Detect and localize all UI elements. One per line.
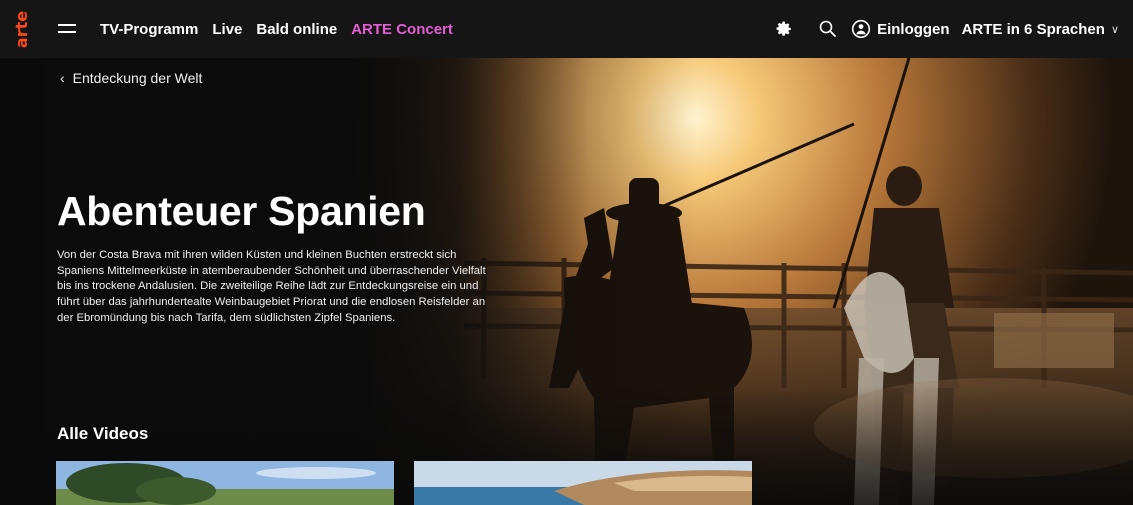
main-nav: TV-Programm Live Bald online ARTE Concer…	[100, 0, 453, 58]
section-title-all-videos: Alle Videos	[57, 424, 149, 443]
login-button[interactable]: Einloggen	[851, 19, 950, 39]
top-navigation-bar: arte TV-Programm Live Bald online ARTE C…	[0, 0, 1133, 58]
nav-item-tv-programm[interactable]: TV-Programm	[100, 21, 198, 38]
menu-icon[interactable]	[58, 23, 76, 35]
breadcrumb-back-link[interactable]: ‹ Entdeckung der Welt	[60, 70, 202, 86]
page-title: Abenteuer Spanien	[57, 188, 426, 234]
hero-description: Von der Costa Brava mit ihren wilden Küs…	[57, 249, 486, 324]
nav-item-arte-concert[interactable]: ARTE Concert	[351, 21, 453, 38]
language-label: ARTE in 6 Sprachen	[961, 20, 1105, 38]
user-icon	[851, 19, 871, 39]
header-tools: Einloggen ARTE in 6 Sprachen ∨	[773, 0, 1119, 58]
video-thumbnail[interactable]	[414, 461, 752, 505]
arte-logo-text: arte	[12, 10, 32, 48]
coastal-hill-thumbnail	[414, 461, 752, 505]
chevron-down-icon: ∨	[1110, 23, 1119, 36]
coastal-pine-thumbnail	[56, 461, 394, 505]
video-thumbnail[interactable]	[56, 461, 394, 505]
arte-logo[interactable]: arte	[0, 0, 44, 58]
gear-icon[interactable]	[773, 18, 795, 40]
chevron-left-icon: ‹	[60, 70, 65, 86]
nav-item-live[interactable]: Live	[212, 21, 242, 38]
breadcrumb-label: Entdeckung der Welt	[72, 70, 203, 86]
nav-item-bald-online[interactable]: Bald online	[256, 21, 337, 38]
search-icon[interactable]	[817, 18, 839, 40]
login-label: Einloggen	[877, 20, 950, 38]
language-selector[interactable]: ARTE in 6 Sprachen ∨	[962, 21, 1119, 38]
